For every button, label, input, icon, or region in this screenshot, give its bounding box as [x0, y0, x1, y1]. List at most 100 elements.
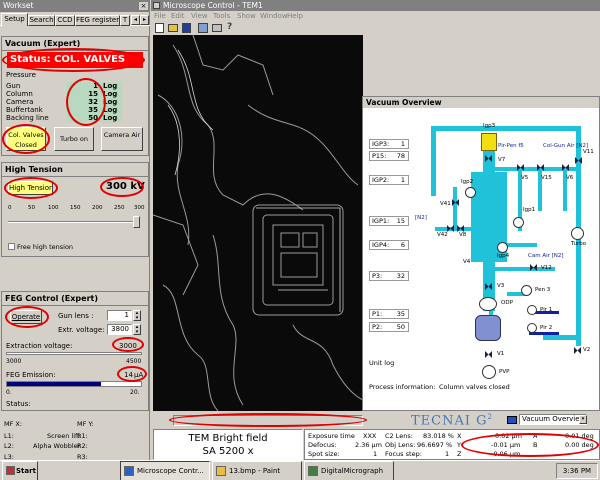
mode-line2: SA 5200 x	[202, 446, 254, 457]
high-tension-header: High Tension	[2, 163, 148, 177]
ht-slider-thumb[interactable]	[133, 216, 140, 228]
col-valves-closed-button[interactable]: Col. Valves Closed	[6, 127, 46, 151]
main-window: Microscope Control - TEM1 File Edit View…	[151, 0, 600, 460]
pvp-pump	[482, 365, 496, 379]
taskbar-item-microscope[interactable]: Microscope Contr...	[120, 461, 210, 480]
tab-scroll-right[interactable]: ▸	[140, 15, 149, 25]
feg-emission-fill	[7, 382, 101, 386]
menu-view[interactable]: View	[191, 11, 208, 21]
tem-image-viewport[interactable]	[153, 35, 363, 411]
tab-search[interactable]: Search	[28, 15, 55, 26]
pressure-table: Gun 1 Log Column 15 Log Camera 32 Log Bufferta…	[6, 82, 144, 122]
workset-close-icon[interactable]: ×	[139, 2, 148, 10]
process-info-value: Column valves closed	[439, 383, 510, 391]
digitalmicrograph-icon	[308, 466, 318, 476]
free-ht-checkbox[interactable]	[8, 243, 15, 250]
p15-box: P15: 78	[369, 151, 409, 161]
igp1-pump	[513, 217, 524, 228]
workset-title: Workset	[0, 0, 150, 12]
menu-file[interactable]: File	[154, 11, 166, 21]
extr-voltage-spinner[interactable]: ▴ ▾	[133, 324, 141, 335]
tab-setup[interactable]: Setup	[1, 13, 28, 26]
taskbar-item-digitalmicrograph[interactable]: DigitalMicrograph	[304, 461, 394, 480]
vacuum-overview-window: Vacuum Overview IGP3: 1 P15: 78 IGP2: 1 …	[362, 96, 600, 411]
extraction-voltage-value: 3000	[119, 342, 137, 350]
igp2-pump	[465, 187, 476, 198]
tab-ccd[interactable]: CCD	[55, 15, 75, 26]
mode-box: TEM Bright field SA 5200 x	[153, 429, 303, 460]
ht-tick-labels: 0 50 100 150 200 250 300	[8, 205, 145, 211]
print-icon[interactable]	[212, 24, 222, 32]
tab-feg-register[interactable]: FEG register	[75, 15, 120, 26]
valve-v2[interactable]	[574, 347, 581, 354]
high-tension-button[interactable]: High Tension	[8, 181, 53, 195]
pen3-gauge	[521, 285, 532, 296]
extr-voltage-value[interactable]: 3800	[107, 324, 132, 335]
buffer-tank	[475, 315, 501, 341]
gun-lens-spinner[interactable]: ▴ ▾	[133, 310, 141, 321]
paint-icon	[216, 466, 226, 476]
feg-header: FEG Control (Expert)	[2, 292, 148, 306]
menu-help[interactable]: Help	[287, 11, 303, 21]
igp4-box: IGP4: 6	[369, 240, 409, 250]
save-icon[interactable]	[182, 23, 191, 33]
image-icon[interactable]	[198, 23, 208, 33]
process-info-label: Process information:	[369, 383, 436, 391]
table-row: Backing line 50 Log	[6, 114, 144, 122]
feg-panel: FEG Control (Expert) Operate Gun lens : …	[1, 291, 149, 411]
new-icon[interactable]	[155, 23, 164, 33]
stats-panel: Exposure time XXX C2 Lens: 83.018 % Defo…	[304, 429, 600, 460]
gun-lens-value[interactable]: 1	[107, 310, 132, 321]
extraction-scale-min: 3000	[6, 358, 22, 365]
tab-t[interactable]: T	[120, 15, 130, 26]
camera-air-button[interactable]: Camera Air	[101, 127, 143, 151]
table-row: Camera 32 Log	[6, 98, 144, 106]
overview-select[interactable]: Vacuum Overview	[519, 414, 587, 425]
unit-log-label: Unit log	[369, 359, 395, 367]
windows-icon	[6, 466, 15, 475]
start-button[interactable]: Start	[2, 461, 38, 480]
workset-panel: Workset × Setup Search CCD FEG register …	[0, 0, 150, 461]
menu-window[interactable]: Window	[260, 11, 288, 21]
turbo-pump	[571, 227, 584, 240]
feg-emission-unit: µA	[134, 371, 144, 379]
bottom-left-readouts: MF X: MF Y: L1: Screen lift R1: L2: Alph…	[4, 420, 94, 461]
menu-show[interactable]: Show	[237, 11, 256, 21]
vacuum-status: Status: COL. VALVES	[7, 52, 143, 68]
igp3-pump	[481, 133, 497, 151]
p1-box: P1: 35	[369, 309, 409, 319]
pir1-gauge	[527, 305, 537, 315]
table-row: Buffertank 35 Log	[6, 106, 144, 114]
microscope-app-icon	[124, 466, 134, 476]
pir2-gauge	[527, 323, 537, 333]
high-tension-panel: High Tension High Tension 300 kV 0 50 10…	[1, 162, 149, 257]
overview-select-arrow[interactable]: ▾	[579, 415, 587, 424]
status-strip: TECNAI G2 Vacuum Overview ▾	[153, 413, 598, 428]
extraction-slider-track[interactable]	[6, 352, 142, 355]
emission-scale-min: 0.	[6, 389, 12, 396]
valve-v1[interactable]	[485, 351, 492, 358]
turbo-on-button[interactable]: Turbo on	[54, 127, 94, 151]
taskbar: Start Microscope Contr... 13.bmp - Paint…	[0, 460, 600, 480]
table-row: Gun 1 Log	[6, 82, 144, 90]
vacuum-header: Vacuum (Expert)	[2, 37, 148, 51]
open-icon[interactable]	[168, 24, 178, 32]
help-icon[interactable]: ?	[227, 22, 232, 32]
app-icon	[153, 2, 160, 9]
extr-voltage-label: Extr. voltage:	[58, 326, 105, 334]
pressure-label: Pressure	[6, 71, 36, 79]
tab-strip: Setup Search CCD FEG register T ◂ ▸	[0, 13, 150, 26]
igp1-box: IGP1: 15	[369, 216, 409, 226]
ht-slider-track[interactable]	[8, 221, 138, 223]
operate-button[interactable]: Operate	[10, 310, 42, 324]
main-window-title: Microscope Control - TEM1	[163, 1, 263, 10]
vacuum-panel: Vacuum (Expert) Status: COL. VALVES Pres…	[1, 36, 149, 156]
menu-tools[interactable]: Tools	[213, 11, 230, 21]
menu-edit[interactable]: Edit	[171, 11, 185, 21]
clock: 3:36 PM	[562, 467, 592, 475]
mode-line1: TEM Bright field	[188, 433, 268, 444]
table-row: Column 15 Log	[6, 90, 144, 98]
menu-bar: File Edit View Tools Show Window Help	[151, 11, 600, 21]
taskbar-item-paint[interactable]: 13.bmp - Paint	[212, 461, 302, 480]
tab-scroll-left[interactable]: ◂	[131, 15, 140, 25]
